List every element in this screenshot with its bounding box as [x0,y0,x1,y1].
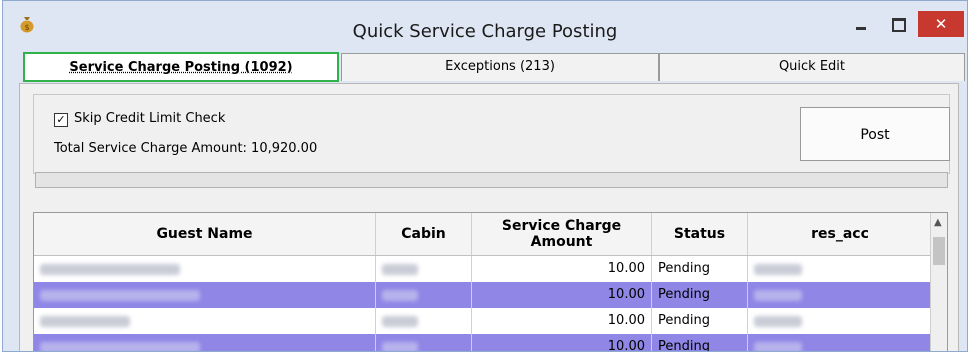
column-header-res-acc[interactable]: res_acc [748,213,933,255]
vertical-scrollbar[interactable]: ▲ [930,213,947,351]
cabin-cell [376,334,472,351]
minimize-button[interactable] [848,14,874,34]
res-acc-cell [748,308,933,334]
grid-header: Guest Name Cabin Service Charge Amount S… [34,213,933,256]
minimize-icon [856,27,866,30]
app-window: $ Quick Service Charge Posting ✕ Service… [2,0,968,352]
amount-cell: 10.00 [472,256,652,282]
table-row[interactable]: 10.00 Pending [34,334,933,351]
skip-credit-label[interactable]: Skip Credit Limit Check [74,111,225,126]
scroll-thumb[interactable] [933,237,945,265]
column-header-cabin[interactable]: Cabin [376,213,472,255]
progress-bar [35,172,948,188]
column-header-service-charge-amount[interactable]: Service Charge Amount [472,213,652,255]
tab-service-charge-posting[interactable]: Service Charge Posting (1092) [23,52,339,82]
tab-exceptions[interactable]: Exceptions (213) [341,53,659,81]
window-title: Quick Service Charge Posting [352,21,618,42]
guest-name-cell [34,282,376,308]
res-acc-cell [748,334,933,351]
maximize-button[interactable] [885,14,911,34]
guest-name-cell [34,256,376,282]
scroll-up-icon[interactable]: ▲ [934,217,942,228]
status-cell: Pending [652,256,748,282]
cabin-cell [376,256,472,282]
total-amount-label: Total Service Charge Amount: 10,920.00 [54,141,318,156]
tab-label: Quick Edit [778,59,846,74]
table-row[interactable]: 10.00 Pending [34,282,933,308]
tab-quick-edit[interactable]: Quick Edit [659,53,965,81]
guest-name-cell [34,334,376,351]
res-acc-cell [748,256,933,282]
cabin-cell [376,308,472,334]
maximize-icon [892,18,906,32]
post-button[interactable]: Post [800,107,950,161]
guest-name-cell [34,308,376,334]
options-group: ✓ Skip Credit Limit Check Total Service … [33,94,950,174]
tab-panel: ✓ Skip Credit Limit Check Total Service … [19,83,959,351]
column-header-guest-name[interactable]: Guest Name [34,213,376,255]
cabin-cell [376,282,472,308]
table-row[interactable]: 10.00 Pending [34,308,933,334]
check-icon: ✓ [56,113,66,126]
tab-label: Exceptions (213) [445,59,555,74]
status-cell: Pending [652,282,748,308]
table-row[interactable]: 10.00 Pending [34,256,933,282]
title-bar[interactable]: $ Quick Service Charge Posting ✕ [3,1,967,45]
column-header-status[interactable]: Status [652,213,748,255]
close-button[interactable]: ✕ [918,11,964,37]
status-cell: Pending [652,334,748,351]
res-acc-cell [748,282,933,308]
amount-cell: 10.00 [472,334,652,351]
amount-cell: 10.00 [472,308,652,334]
tab-strip: Service Charge Posting (1092) Exceptions… [3,45,967,83]
tab-label: Service Charge Posting (1092) [69,60,293,75]
amount-cell: 10.00 [472,282,652,308]
skip-credit-checkbox[interactable]: ✓ [54,113,68,127]
charges-grid: Guest Name Cabin Service Charge Amount S… [33,212,948,351]
status-cell: Pending [652,308,748,334]
